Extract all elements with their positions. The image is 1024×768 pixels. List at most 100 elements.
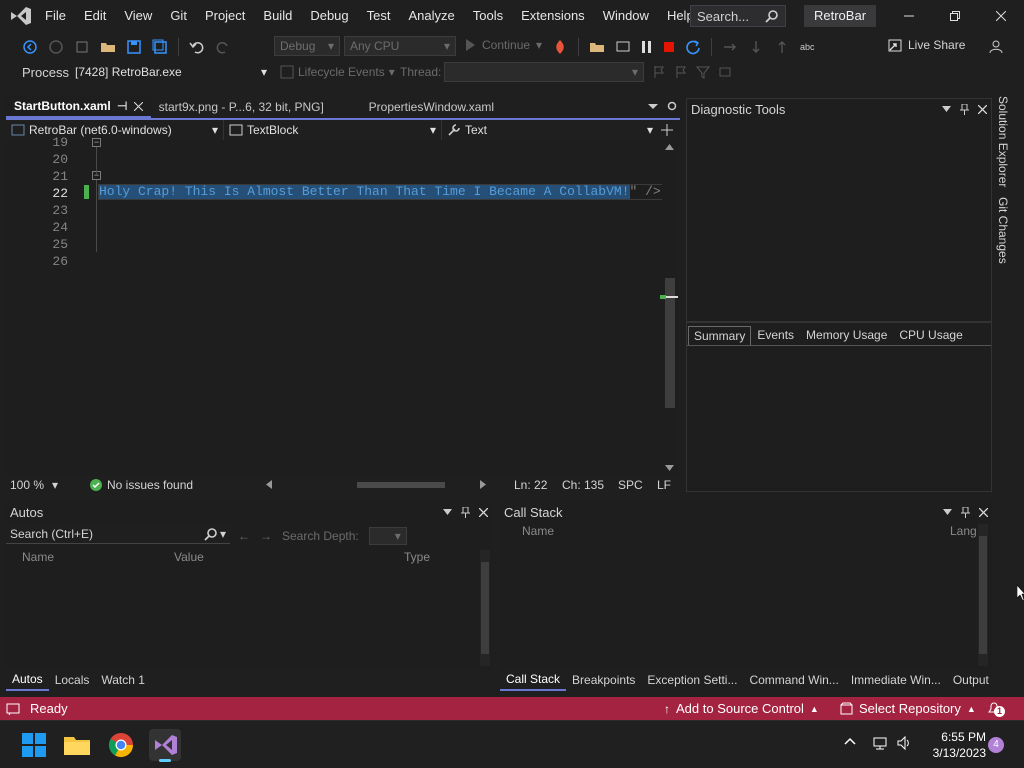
hot-reload-icon[interactable] [552,39,568,55]
live-share-button[interactable]: Live Share [888,38,965,52]
file-explorer-icon[interactable] [61,729,93,761]
restart-icon[interactable] [685,39,701,55]
status-output-icon[interactable] [6,702,20,716]
close-icon[interactable] [979,507,988,517]
whitespace-indicator[interactable]: SPC [618,478,643,492]
menu-window[interactable]: Window [594,0,658,32]
tab-solution-explorer[interactable]: Solution Explorer [996,96,1010,187]
arrow-right-icon[interactable]: → [260,529,272,543]
stack-frame-icon[interactable] [718,65,732,79]
chevron-up-icon[interactable] [844,737,856,745]
chrome-icon[interactable] [105,729,137,761]
close-icon[interactable] [978,104,987,114]
call-stack-scrollbar[interactable] [978,524,988,666]
solution-config-dropdown[interactable]: Debug ▾ [274,36,340,56]
redo-icon[interactable] [215,39,231,55]
step-into-icon[interactable] [748,39,764,55]
save-all-icon[interactable] [152,39,168,55]
tab-exception-setti[interactable]: Exception Setti... [641,670,743,690]
tab-memory-usage[interactable]: Memory Usage [800,325,893,345]
column-header-value[interactable]: Value [174,550,204,564]
tab-propertieswindow-xaml[interactable]: PropertiesWindow.xaml [361,96,549,118]
column-indicator[interactable]: Ch: 135 [562,478,604,492]
zoom-dropdown[interactable]: 100 % ▾ [10,478,58,492]
scroll-down-icon[interactable] [665,465,674,471]
volume-icon[interactable] [896,735,912,751]
visual-studio-taskbar-icon[interactable] [149,729,181,762]
issues-indicator[interactable]: No issues found [90,478,193,492]
tab-overflow-icon[interactable] [648,101,658,111]
layout-icon[interactable] [615,39,631,55]
menu-analyze[interactable]: Analyze [399,0,463,32]
search-box[interactable]: Search... [690,5,786,27]
process-dropdown[interactable]: [7428] RetroBar.exe ▾ [70,62,272,82]
menu-edit[interactable]: Edit [75,0,115,32]
step-over-icon[interactable] [722,39,738,55]
pin-icon[interactable]: ⊣ [117,99,128,113]
column-header-name[interactable]: Name [522,524,554,538]
spellcheck-icon[interactable]: abc [800,42,815,52]
continue-button[interactable]: Continue ▾ [464,38,542,52]
tab-locals[interactable]: Locals [49,670,96,690]
tab-autos[interactable]: Autos [6,669,49,691]
lifecycle-events-button[interactable]: Lifecycle Events [298,65,385,79]
notification-center-badge[interactable]: 4 [988,737,1004,753]
select-repository-button[interactable]: Select Repository ▲ [840,701,976,716]
flag-icon[interactable] [652,65,666,79]
flag-threads-icon[interactable] [674,65,688,79]
open-folder-icon[interactable] [100,39,116,55]
tab-call-stack[interactable]: Call Stack [500,669,567,691]
tab-startbutton-xaml[interactable]: StartButton.xaml ⊣ [6,96,151,118]
add-to-source-control-button[interactable]: ↑ Add to Source Control ▲ [664,701,819,716]
tab-cpu-usage[interactable]: CPU Usage [893,325,968,345]
step-out-icon[interactable] [774,39,790,55]
menu-build[interactable]: Build [254,0,301,32]
menu-tools[interactable]: Tools [464,0,512,32]
menu-file[interactable]: File [36,0,75,32]
platform-dropdown[interactable]: Any CPU ▾ [344,36,456,56]
menu-debug[interactable]: Debug [301,0,357,32]
pin-icon[interactable] [960,103,969,115]
panel-menu-icon[interactable] [943,509,952,515]
scroll-left-icon[interactable] [266,480,272,489]
tab-command-win[interactable]: Command Win... [743,670,844,690]
column-header-name[interactable]: Name [22,550,54,564]
minimize-button[interactable] [886,0,932,32]
restore-button[interactable] [932,0,978,32]
menu-view[interactable]: View [115,0,161,32]
autos-search-input[interactable]: Search (Ctrl+E) ▾ [6,524,230,544]
search-depth-dropdown[interactable]: ▾ [368,527,407,545]
new-item-icon[interactable] [74,39,90,55]
column-header-language[interactable]: Lang [950,524,976,538]
forward-icon[interactable] [48,39,64,55]
close-window-button[interactable] [978,0,1024,32]
solution-name-badge[interactable]: RetroBar [804,5,877,27]
autos-scrollbar[interactable] [480,550,490,666]
arrow-left-icon[interactable]: ← [238,529,250,543]
thread-dropdown[interactable]: ▾ [444,62,644,82]
menu-test[interactable]: Test [358,0,400,32]
pause-icon[interactable] [641,40,653,54]
tab-output[interactable]: Output [947,670,995,690]
menu-git[interactable]: Git [161,0,196,32]
close-icon[interactable] [133,101,143,111]
menu-project[interactable]: Project [196,0,254,32]
tab-start9x-png[interactable]: start9x.png - P...6, 32 bit, PNG] [151,96,361,118]
tab-git-changes[interactable]: Git Changes [996,197,1010,264]
element-dropdown[interactable]: TextBlock ▾ [224,120,442,140]
undo-icon[interactable] [189,39,205,55]
network-icon[interactable] [872,735,888,751]
scroll-up-icon[interactable] [665,144,674,150]
stop-icon[interactable] [663,41,675,53]
tab-immediate-win[interactable]: Immediate Win... [845,670,947,690]
back-icon[interactable] [22,39,38,55]
tab-watch-1[interactable]: Watch 1 [95,670,151,690]
panel-menu-icon[interactable] [443,509,452,515]
save-icon[interactable] [126,39,142,55]
feedback-icon[interactable] [988,38,1004,54]
close-icon[interactable] [479,507,488,517]
pin-icon[interactable] [461,506,470,518]
panel-menu-icon[interactable] [942,106,951,112]
menu-extensions[interactable]: Extensions [512,0,594,32]
column-header-type[interactable]: Type [404,550,430,564]
